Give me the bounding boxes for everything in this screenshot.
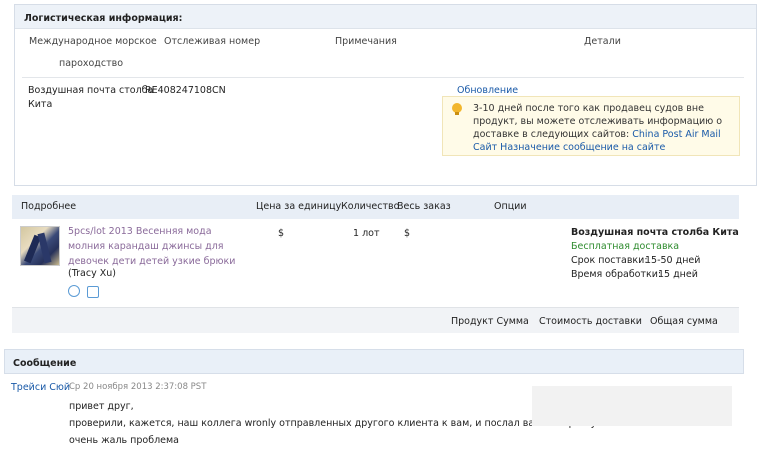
tracking-notice: 3-10 дней после того как продавец судов … xyxy=(442,96,740,156)
carrier-name-line2: Кита xyxy=(28,99,53,110)
processing-time-value: 15 дней xyxy=(658,269,698,280)
product-title-link[interactable]: 5pcs/lot 2013 Весенняя мода молния каран… xyxy=(68,224,243,269)
order-summary-bar: Продукт Сумма Стоимость доставки Общая с… xyxy=(12,307,739,333)
product-sum-label: Продукт Сумма xyxy=(451,316,529,327)
column-notes: Примечания xyxy=(335,36,397,47)
divider xyxy=(22,77,744,78)
message-timestamp: Ср 20 ноября 2013 2:37:08 PST xyxy=(69,382,207,392)
lightbulb-icon xyxy=(452,103,462,115)
column-unit-price: Цена за единицу xyxy=(256,201,342,212)
shipping-cost-label: Стоимость доставки xyxy=(539,316,642,327)
column-carrier: Международное морское xyxy=(29,36,157,47)
message-header: Сообщение xyxy=(4,349,744,374)
column-total-order: Весь заказ xyxy=(397,201,451,212)
product-thumbnail[interactable] xyxy=(20,226,60,266)
order-table-header: Подробнее Цена за единицу Количество Вес… xyxy=(12,195,739,219)
column-options: Опции xyxy=(494,201,527,212)
shipping-method: Воздушная почта столба Кита xyxy=(571,227,739,238)
message-line: проверили, кажется, наш коллега wronly о… xyxy=(69,418,597,429)
column-details-order: Подробнее xyxy=(21,201,77,212)
message-line: привет друг, xyxy=(69,401,134,412)
alarm-clock-icon[interactable] xyxy=(68,285,80,297)
total-value: $ xyxy=(404,228,411,239)
update-link[interactable]: Обновление xyxy=(457,85,518,96)
column-carrier-line2: пароходство xyxy=(59,58,124,69)
carrier-name: Воздушная почта столба xyxy=(28,85,154,96)
delivery-time-label: Срок поставки: xyxy=(571,255,648,266)
logistics-title: Логистическая информация: xyxy=(15,5,756,29)
processing-time-label: Время обработки: xyxy=(571,269,662,280)
message-line: очень жаль проблема xyxy=(69,435,179,446)
column-details: Детали xyxy=(584,36,621,47)
notice-text: 3-10 дней после того как продавец судов … xyxy=(473,102,735,154)
column-quantity: Количество xyxy=(341,201,400,212)
seller-name: (Tracy Xu) xyxy=(68,268,116,279)
thumbnail-shape xyxy=(37,232,52,264)
delivery-time-value: 15-50 дней xyxy=(645,255,701,266)
message-author-link[interactable]: Трейси Сюй xyxy=(11,382,70,393)
tracking-number: RE408247108CN xyxy=(145,85,226,96)
unit-price-value: $ xyxy=(278,228,285,239)
calendar-icon[interactable] xyxy=(87,286,99,298)
total-sum-label: Общая сумма xyxy=(650,316,718,327)
free-shipping-label: Бесплатная доставка xyxy=(571,241,680,252)
column-tracking-number: Отслеживая номер xyxy=(164,36,261,47)
quantity-value: 1 лот xyxy=(353,228,380,239)
blurred-region xyxy=(532,386,732,426)
